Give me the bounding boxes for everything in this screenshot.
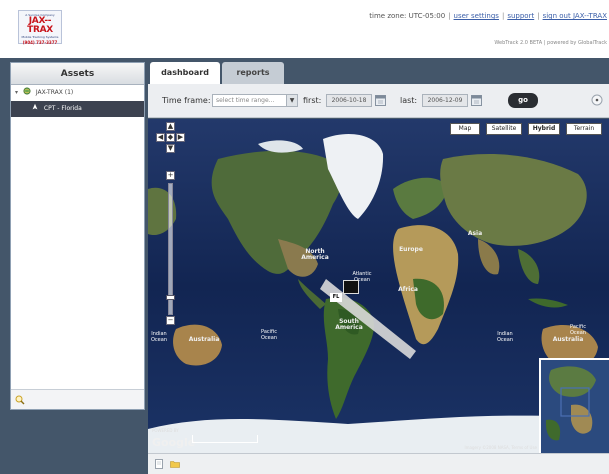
map-label-indian-ocean-left: Indian Ocean (151, 331, 167, 343)
pan-left-icon[interactable]: ◀ (156, 133, 165, 142)
first-date-field[interactable]: 2006-10-18 (326, 94, 372, 107)
logo-name: JAX--TRAX (27, 16, 53, 35)
first-label: first: (303, 96, 322, 105)
assets-panel: Assets ▾ JAX-TRAX (1) CPT - Florida (10, 62, 145, 410)
asset-item-cpt-florida[interactable]: CPT - Florida (11, 101, 144, 117)
assets-footer (11, 389, 144, 409)
map-label-pacific-left: Pacific Ocean (261, 329, 277, 341)
powered-by-google-text: POWERED BY (152, 428, 179, 433)
timeframe-select[interactable]: select time range... ▼ (212, 94, 298, 107)
folder-icon[interactable] (170, 459, 180, 469)
tree-collapse-icon[interactable]: ▾ (15, 89, 18, 96)
header: A Sunrise Company JAX--TRAX Mobile Track… (0, 0, 609, 58)
refresh-icon[interactable] (591, 94, 603, 106)
asset-item-label: CPT - Florida (43, 105, 82, 112)
globe-icon (23, 87, 31, 95)
maptype-hybrid-button[interactable]: Hybrid (528, 123, 560, 135)
map-label-pacific-right: Pacific Ocean (570, 324, 586, 336)
map-scale-bar (192, 435, 258, 443)
zoom-out-icon[interactable]: − (166, 316, 175, 325)
zoom-in-icon[interactable]: + (166, 171, 175, 180)
asset-marker-icon[interactable] (343, 280, 359, 294)
magnifier-icon[interactable] (15, 395, 25, 405)
pan-center-icon[interactable]: ◆ (166, 133, 175, 142)
tree-group-label: JAX-TRAX (1) (35, 89, 74, 96)
last-date-field[interactable]: 2006-12-09 (422, 94, 468, 107)
asset-marker-label[interactable]: FL (330, 293, 342, 302)
maptype-map-button[interactable]: Map (450, 123, 480, 135)
overview-map[interactable] (539, 358, 609, 453)
map-label-africa: Africa (398, 286, 418, 293)
map-toolbar: Time frame: select time range... ▼ first… (148, 84, 609, 118)
pan-down-icon[interactable]: ▼ (166, 144, 175, 153)
company-logo[interactable]: A Sunrise Company JAX--TRAX Mobile Track… (18, 10, 62, 45)
maptype-terrain-button[interactable]: Terrain (566, 123, 602, 135)
timezone-text: time zone: UTC-05:00 (369, 12, 446, 20)
map-label-indian-ocean-mid: Indian Ocean (497, 331, 513, 343)
zoom-slider-handle[interactable] (166, 295, 175, 300)
calendar-icon[interactable] (471, 94, 482, 106)
tab-reports[interactable]: reports (222, 62, 284, 84)
map-label-south-america: South America (335, 318, 363, 331)
powered-by-text: WebTrack 2.0 BETA | powered by GlobalTra… (494, 40, 607, 46)
bottom-bar (148, 453, 609, 474)
sign-out-link[interactable]: sign out JAX--TRAX (543, 12, 607, 20)
vehicle-icon (32, 103, 38, 110)
map-copyright[interactable]: Imagery ©2008 NASA, Terms of Use (464, 445, 537, 450)
pan-up-icon[interactable]: ▲ (166, 122, 175, 131)
map-label-europe: Europe (399, 246, 423, 253)
logo-phone: (904) 737-3377 (22, 40, 58, 45)
header-links: time zone: UTC-05:00 | user settings | suppo… (369, 12, 607, 20)
go-button[interactable]: go (508, 93, 538, 108)
pan-right-icon[interactable]: ▶ (176, 133, 185, 142)
document-icon[interactable] (154, 459, 164, 469)
map-label-australia-right: Australia (552, 336, 584, 343)
maptype-satellite-button[interactable]: Satellite (486, 123, 522, 135)
assets-title: Assets (11, 63, 144, 85)
last-label: last: (400, 96, 418, 105)
support-link[interactable]: support (507, 12, 534, 20)
map-label-asia: Asia (467, 230, 483, 237)
chevron-down-icon[interactable]: ▼ (286, 95, 297, 106)
timeframe-label: Time frame: (162, 96, 211, 105)
user-settings-link[interactable]: user settings (454, 12, 499, 20)
map-view[interactable]: Map Satellite Hybrid Terrain ▲ ◀ ◆ ▶ ▼ +… (148, 119, 609, 453)
map-label-australia-left: Australia (188, 336, 220, 343)
map-label-north-america: North America (301, 248, 329, 261)
tab-dashboard[interactable]: dashboard (150, 62, 220, 84)
tree-group-jax-trax[interactable]: ▾ JAX-TRAX (1) (11, 85, 144, 101)
timeframe-select-value: select time range... (216, 97, 275, 104)
google-logo[interactable]: Google (152, 436, 195, 449)
calendar-icon[interactable] (375, 94, 386, 106)
overview-map-image (541, 360, 609, 453)
